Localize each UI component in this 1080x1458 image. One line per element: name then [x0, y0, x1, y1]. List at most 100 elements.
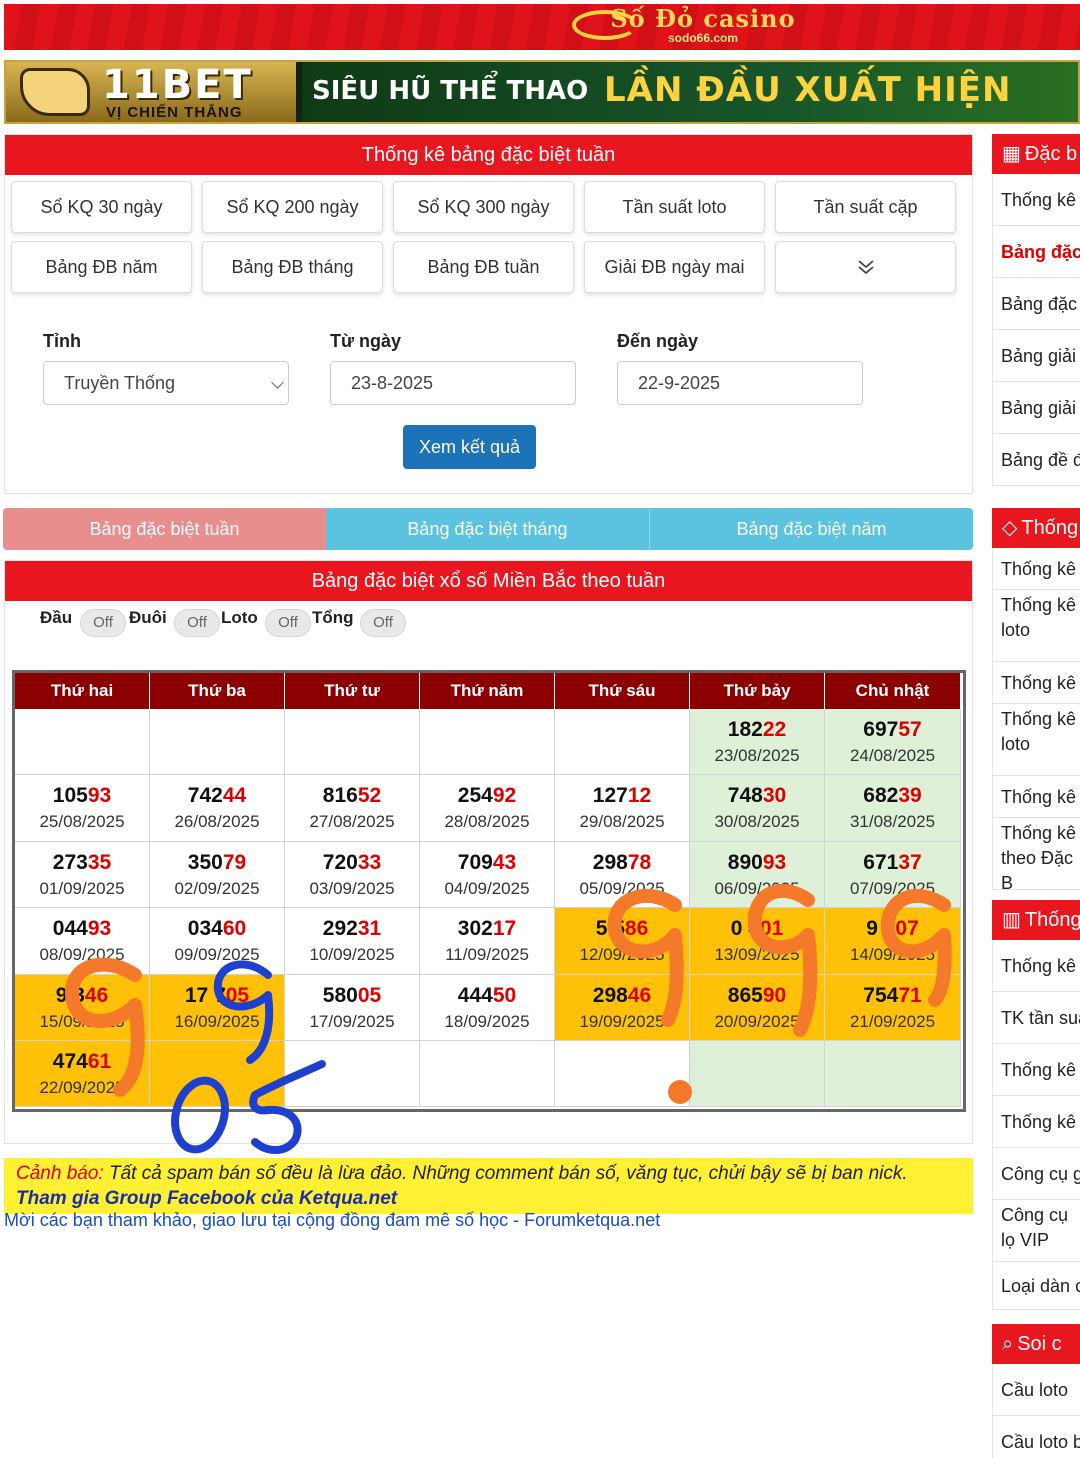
chevron-down-icon	[271, 376, 284, 389]
result-number: 04493	[52, 917, 112, 941]
tan-suat-cap-button[interactable]: Tần suất cặp	[775, 181, 956, 233]
sidebar-link[interactable]: Loại dàn c	[992, 1262, 1080, 1310]
sidebar-section-title: ▦ Đặc b	[992, 134, 1080, 174]
sidebar-link[interactable]: Thống kê	[992, 1044, 1080, 1096]
column-header: Thứ năm	[420, 673, 555, 709]
result-cell: 12712 29/08/2025	[555, 775, 690, 842]
result-cell: 17 705 16/09/2025	[150, 974, 285, 1041]
sidebar-link[interactable]: Bảng đề đ	[992, 434, 1080, 486]
sidebar-link[interactable]: Thống kê	[992, 548, 1080, 590]
result-number: 74830	[727, 784, 787, 808]
sidebar-link[interactable]: Bảng đặc	[992, 278, 1080, 330]
sidebar-link[interactable]: Thống kê theo Đặc B	[992, 818, 1080, 890]
result-cell: 27335 01/09/2025	[15, 841, 150, 909]
sidebar-link[interactable]: Bảng đặc	[992, 226, 1080, 278]
result-date: 06/09/2025	[714, 878, 800, 898]
result-number: 86590	[727, 983, 787, 1007]
result-cell: 81652 27/08/2025	[285, 775, 420, 842]
empty-cell	[420, 709, 555, 776]
so-kq-30-button[interactable]: Sổ KQ 30 ngày	[11, 181, 192, 233]
to-date-input[interactable]: 22-9-2025	[617, 361, 863, 405]
column-header: Thứ bảy	[690, 673, 825, 709]
tab-monthly[interactable]: Bảng đặc biệt tháng	[326, 508, 650, 550]
result-date: 12/09/2025	[579, 945, 665, 965]
result-cell: 47461 22/09/2025	[15, 1041, 150, 1108]
bang-db-tuan-button[interactable]: Bảng ĐB tuần	[393, 241, 574, 293]
result-date: 15/09/2025	[39, 1011, 125, 1031]
ad-brand: 11BET	[102, 62, 253, 108]
result-number: 74244	[187, 784, 247, 808]
search-icon: ⌕	[1002, 1333, 1014, 1355]
empty-cell	[690, 1041, 825, 1108]
from-date-input[interactable]: 23-8-2025	[330, 361, 576, 405]
warning-text: Tất cả spam bán số đều là lừa đảo. Những…	[103, 1163, 908, 1184]
toggle-duoi[interactable]: Off	[174, 609, 220, 637]
empty-cell	[150, 1041, 285, 1108]
tan-suat-loto-button[interactable]: Tần suất loto	[584, 181, 765, 233]
sidebar-link[interactable]: TK tần suấ	[992, 992, 1080, 1044]
result-cell: 69757 24/08/2025	[825, 709, 961, 776]
province-label: Tỉnh	[43, 331, 81, 351]
sidebar-link[interactable]: Thống kê	[992, 1096, 1080, 1148]
view-results-button[interactable]: Xem kết quả	[403, 425, 536, 469]
sidebar-link[interactable]: Thống kê	[992, 662, 1080, 704]
result-cell: 58005 17/09/2025	[285, 974, 420, 1041]
result-cell: 30217 11/09/2025	[420, 908, 555, 975]
sidebar-link[interactable]: Thống kê	[992, 174, 1080, 226]
sidebar-link[interactable]: Công cụ lọ VIP	[992, 1200, 1080, 1262]
toggle-label-dau: Đầu	[40, 608, 73, 627]
diamond-icon: ◇	[1002, 517, 1018, 539]
sidebar-link[interactable]: Bảng giải	[992, 330, 1080, 382]
double-chevron-down-icon	[857, 260, 874, 275]
bang-db-nam-button[interactable]: Bảng ĐB năm	[11, 241, 192, 293]
sidebar-link[interactable]: Cầu loto	[992, 1364, 1080, 1416]
tab-weekly[interactable]: Bảng đặc biệt tuần	[3, 508, 326, 550]
toggle-label-loto: Loto	[221, 608, 258, 627]
result-cell: 67137 07/09/2025	[825, 841, 961, 909]
result-number: 35079	[187, 850, 247, 874]
sidebar-link[interactable]: Thống kê loto	[992, 704, 1080, 776]
warning-prefix: Cảnh báo:	[16, 1163, 104, 1184]
sidebar-section-title: ◇ Thống	[992, 508, 1080, 548]
sidebar-link[interactable]: Thống kê loto	[992, 590, 1080, 662]
result-number: 9 907	[866, 917, 919, 941]
result-number: 72033	[322, 850, 382, 874]
column-header: Thứ hai	[15, 673, 150, 709]
11bet-ad-banner[interactable]: 11BET VỊ CHIẾN THẮNG SIÊU HŨ THỂ THAO LẦ…	[4, 60, 1080, 124]
toggle-dau[interactable]: Off	[80, 609, 126, 637]
result-number: 89093	[727, 850, 787, 874]
result-date: 04/09/2025	[444, 878, 530, 898]
result-date: 26/08/2025	[174, 812, 260, 832]
column-header: Thứ sáu	[555, 673, 690, 709]
sidebar-link[interactable]: Cầu loto b	[992, 1416, 1080, 1458]
sidebar-link[interactable]: Bảng giải	[992, 382, 1080, 434]
so-kq-300-button[interactable]: Sổ KQ 300 ngày	[393, 181, 574, 233]
sidebar-link[interactable]: Thống kê	[992, 776, 1080, 818]
tab-yearly[interactable]: Bảng đặc biệt năm	[650, 508, 973, 550]
toggle-loto[interactable]: Off	[265, 609, 311, 637]
result-cell: 18222 23/08/2025	[690, 709, 825, 776]
giai-db-ngay-mai-button[interactable]: Giải ĐB ngày mai	[584, 241, 765, 293]
result-cell: 86590 20/09/2025	[690, 974, 825, 1041]
expand-more-button[interactable]	[775, 241, 956, 293]
result-number: 69757	[863, 718, 922, 741]
so-kq-200-button[interactable]: Sổ KQ 200 ngày	[202, 181, 383, 233]
sidebar-link[interactable]: Công cụ g	[992, 1148, 1080, 1200]
sodo-banner[interactable]: Số Đỏ casino sodo66.com	[4, 4, 1080, 50]
toggle-tong[interactable]: Off	[360, 609, 406, 637]
toggle-label-duoi: Đuôi	[129, 608, 167, 627]
empty-cell	[555, 709, 690, 776]
bang-db-thang-button[interactable]: Bảng ĐB tháng	[202, 241, 383, 293]
result-date: 16/09/2025	[174, 1011, 260, 1031]
sidebar-section-title: ▥ Thống	[992, 900, 1080, 940]
result-number: 75471	[863, 983, 922, 1007]
forum-link[interactable]: Mời các bạn tham khảo, giao lưu tại cộng…	[4, 1210, 660, 1231]
result-number: 44450	[457, 983, 517, 1007]
result-number: 03460	[187, 917, 247, 941]
facebook-group-link[interactable]: Tham gia Group Facebook của Ketqua.net	[16, 1186, 973, 1212]
empty-cell	[285, 709, 420, 776]
result-cell: 29846 19/09/2025	[555, 974, 690, 1041]
result-number: 9 346	[55, 983, 109, 1007]
province-select[interactable]: Truyền Thống	[43, 361, 289, 405]
sidebar-link[interactable]: Thống kê	[992, 940, 1080, 992]
